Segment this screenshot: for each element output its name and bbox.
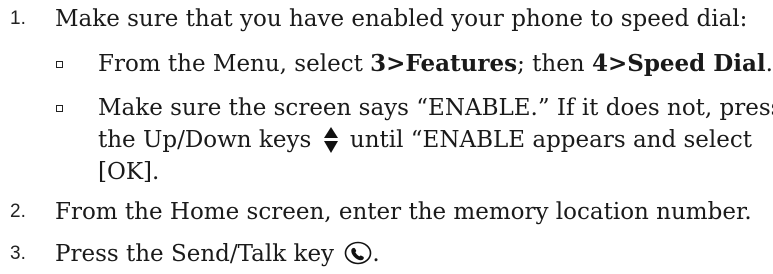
text-segment: Press the Send/Talk key <box>55 241 335 267</box>
substep-line: [OK]. <box>98 159 160 185</box>
menu-path-features: 3>Features <box>370 50 518 77</box>
square-bullet-icon <box>56 61 63 68</box>
step-number: 2. <box>10 201 26 222</box>
substep-line: the Up/Down keys until “ENABLE appears a… <box>98 124 770 156</box>
step-text: Make sure that you have enabled your pho… <box>55 6 748 32</box>
send-talk-key-icon <box>344 241 372 265</box>
text-segment: the Up/Down keys <box>98 127 312 153</box>
substep-features: From the Menu, select 3>Features; then 4… <box>0 48 773 80</box>
up-down-arrow-icon <box>322 126 340 154</box>
text-segment: until “ENABLE appears and select <box>349 127 753 153</box>
instruction-document: 1. Make sure that you have enabled your … <box>0 0 773 273</box>
substep-text: Make sure the screen says “ENABLE.” If i… <box>98 92 773 188</box>
substep-text: From the Menu, select 3>Features; then 4… <box>98 48 773 80</box>
square-bullet-icon <box>56 105 63 112</box>
step-number: 3. <box>10 243 26 264</box>
text-segment: From the Menu, select <box>98 51 371 77</box>
substep-line: From the Menu, select 3>Features; then 4… <box>98 48 773 80</box>
step-text: Press the Send/Talk key . <box>55 238 380 270</box>
step-text: From the Home screen, enter the memory l… <box>55 199 752 225</box>
step-number: 1. <box>10 8 26 29</box>
substep-enable: Make sure the screen says “ENABLE.” If i… <box>0 92 773 188</box>
text-segment: . <box>372 241 380 267</box>
text-segment: ; then <box>517 51 592 77</box>
substep-line: Make sure the screen says “ENABLE.” If i… <box>98 95 773 121</box>
menu-path-speed-dial: 4>Speed Dial <box>591 50 766 77</box>
text-segment: . <box>765 51 773 77</box>
